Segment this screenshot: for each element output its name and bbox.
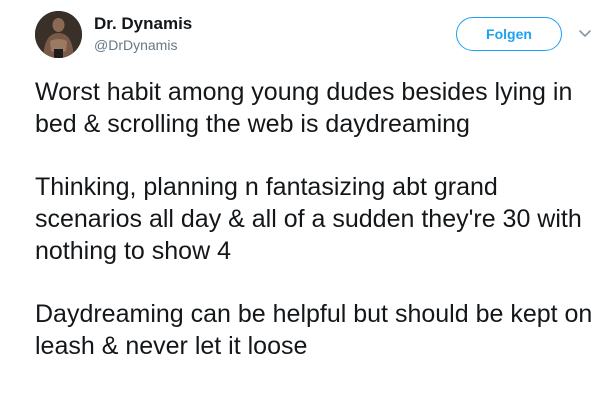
author-handle[interactable]: @DrDynamis [94, 37, 177, 53]
author-display-name[interactable]: Dr. Dynamis [94, 14, 192, 34]
follow-button[interactable]: Folgen [456, 17, 562, 51]
follow-button-label: Folgen [486, 26, 532, 42]
tweet-paragraph: Thinking, planning n fantasizing abt gra… [35, 173, 582, 265]
avatar[interactable] [35, 11, 82, 58]
tweet-paragraph: Worst habit among young dudes besides ly… [35, 78, 573, 138]
chevron-down-icon[interactable] [577, 25, 593, 41]
tweet-paragraph: Daydreaming can be helpful but should be… [35, 300, 593, 360]
tweet-card: Dr. Dynamis @DrDynamis Folgen Worst habi… [0, 0, 607, 403]
tweet-text: Worst habit among young dudes besides ly… [35, 76, 595, 362]
